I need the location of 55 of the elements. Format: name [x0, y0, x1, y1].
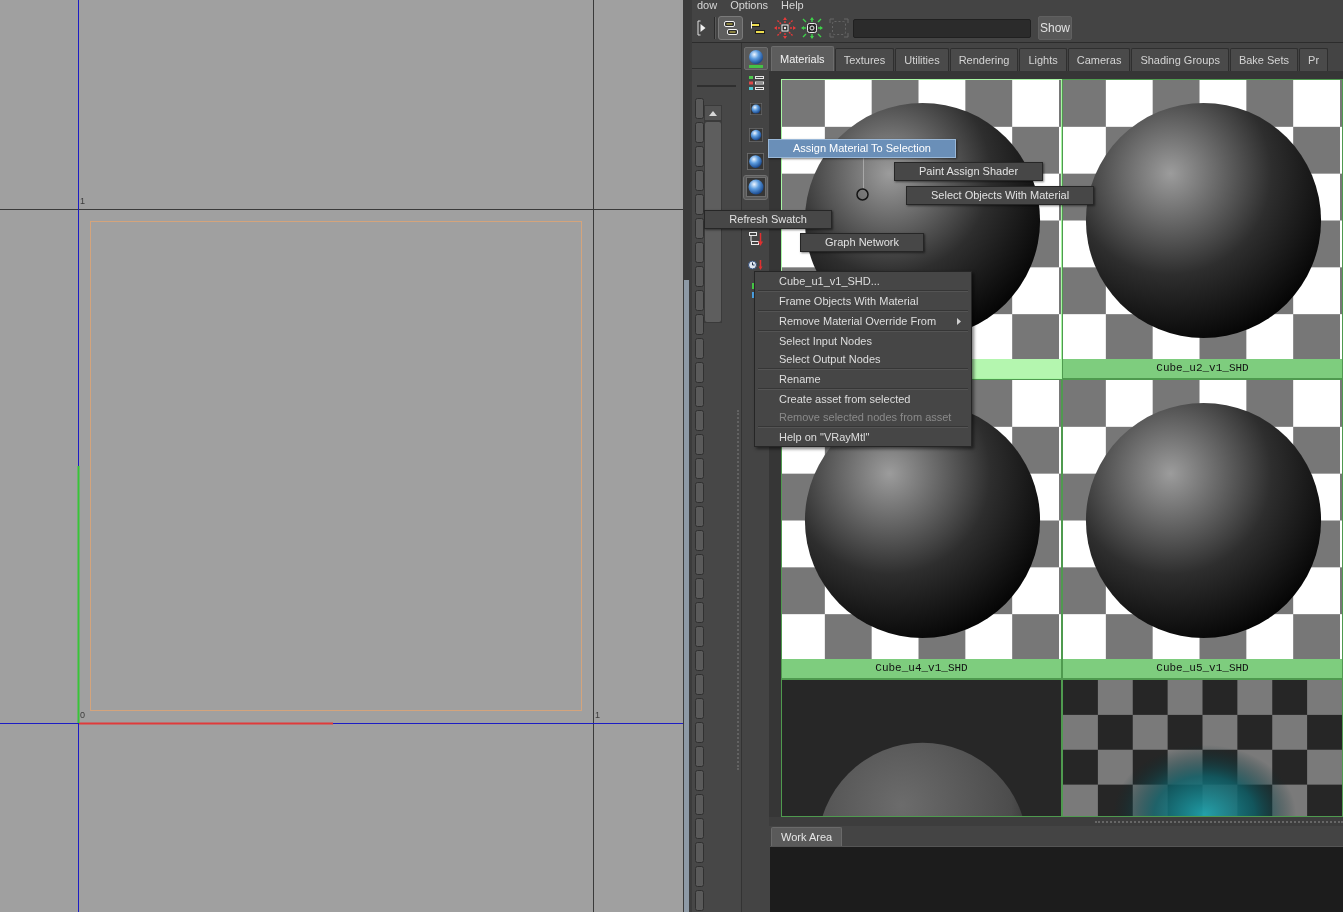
marking-menu-item[interactable]: Paint Assign Shader [894, 162, 1044, 181]
tab[interactable]: Work Area [771, 827, 843, 846]
marking-menu-item[interactable]: Refresh Swatch [704, 210, 832, 229]
arrow-bracket-icon[interactable] [697, 20, 706, 36]
material-swatch[interactable] [781, 679, 1062, 817]
offset-bars-icon[interactable] [749, 20, 766, 36]
menu-item[interactable]: Frame Objects With Material [755, 292, 971, 310]
center-ring-icon [856, 188, 869, 201]
menu-item: Remove selected nodes from asset [778, 409, 953, 425]
scrollbar-thumb[interactable] [705, 122, 721, 322]
swatch-name-bar: Cube_u4_v1_SHD [782, 659, 1061, 678]
tab[interactable]: Pr [1299, 48, 1329, 71]
scrollbar[interactable] [704, 105, 722, 323]
tab[interactable]: Textures [834, 48, 895, 71]
menu-bar-item[interactable]: Help [781, 0, 804, 11]
layout-arrow-icon[interactable] [748, 231, 763, 247]
clock-arrow-icon[interactable] [747, 260, 764, 270]
grid-label: 1 [595, 710, 600, 720]
swatch-name-bar: Cube_u2_v1_SHD [1063, 359, 1342, 378]
menu-item[interactable]: Select Output Nodes [755, 350, 971, 368]
sphere-stand-icon [746, 48, 765, 69]
tab[interactable]: Shading Groups [1131, 48, 1229, 71]
filter-field[interactable] [853, 18, 1031, 38]
swatch-name-bar: Cube_u5_v1_SHD [1063, 659, 1342, 678]
menu-item[interactable]: Cube_u1_v1_SHD... [755, 272, 971, 290]
list-icon[interactable] [747, 75, 764, 91]
up-arrow-icon [709, 110, 717, 116]
scrollbar-thumb[interactable] [684, 280, 689, 912]
frame-arrows-icon[interactable] [800, 17, 823, 39]
grid-label: 0 [80, 710, 85, 720]
material-swatch[interactable] [1062, 679, 1343, 817]
material-swatch[interactable]: Cube_u5_v1_SHD [1062, 379, 1343, 679]
scroll-up-button[interactable] [705, 106, 721, 120]
menu-item[interactable]: Remove Material Override From [755, 312, 971, 330]
tab[interactable]: Lights [1019, 48, 1067, 71]
drag-line [863, 158, 864, 188]
tab[interactable]: Rendering [949, 48, 1019, 71]
tab[interactable]: Bake Sets [1229, 48, 1299, 71]
menu-bar-item[interactable]: dow [697, 0, 718, 11]
menu-item[interactable]: Rename [755, 370, 971, 388]
marking-menu-item[interactable]: Select Objects With Material [906, 186, 1095, 205]
menu-bar-item[interactable]: Options [730, 0, 769, 11]
resize-grip[interactable] [1095, 820, 1343, 823]
tab[interactable]: Materials [771, 46, 834, 71]
expand-arrows-icon[interactable] [773, 17, 796, 39]
tab[interactable]: Utilities [895, 48, 949, 71]
sphere-icon[interactable] [748, 128, 763, 142]
swatch-display-button[interactable] [743, 47, 768, 70]
show-button[interactable]: Show [1038, 16, 1072, 40]
menu-item[interactable]: Select Input Nodes [755, 332, 971, 350]
tab[interactable]: Cameras [1067, 48, 1131, 71]
grid-label: 1 [80, 196, 85, 206]
marking-menu-item[interactable]: Graph Network [800, 233, 924, 252]
sphere-icon[interactable] [749, 103, 762, 115]
sphere-icon[interactable] [747, 152, 764, 170]
